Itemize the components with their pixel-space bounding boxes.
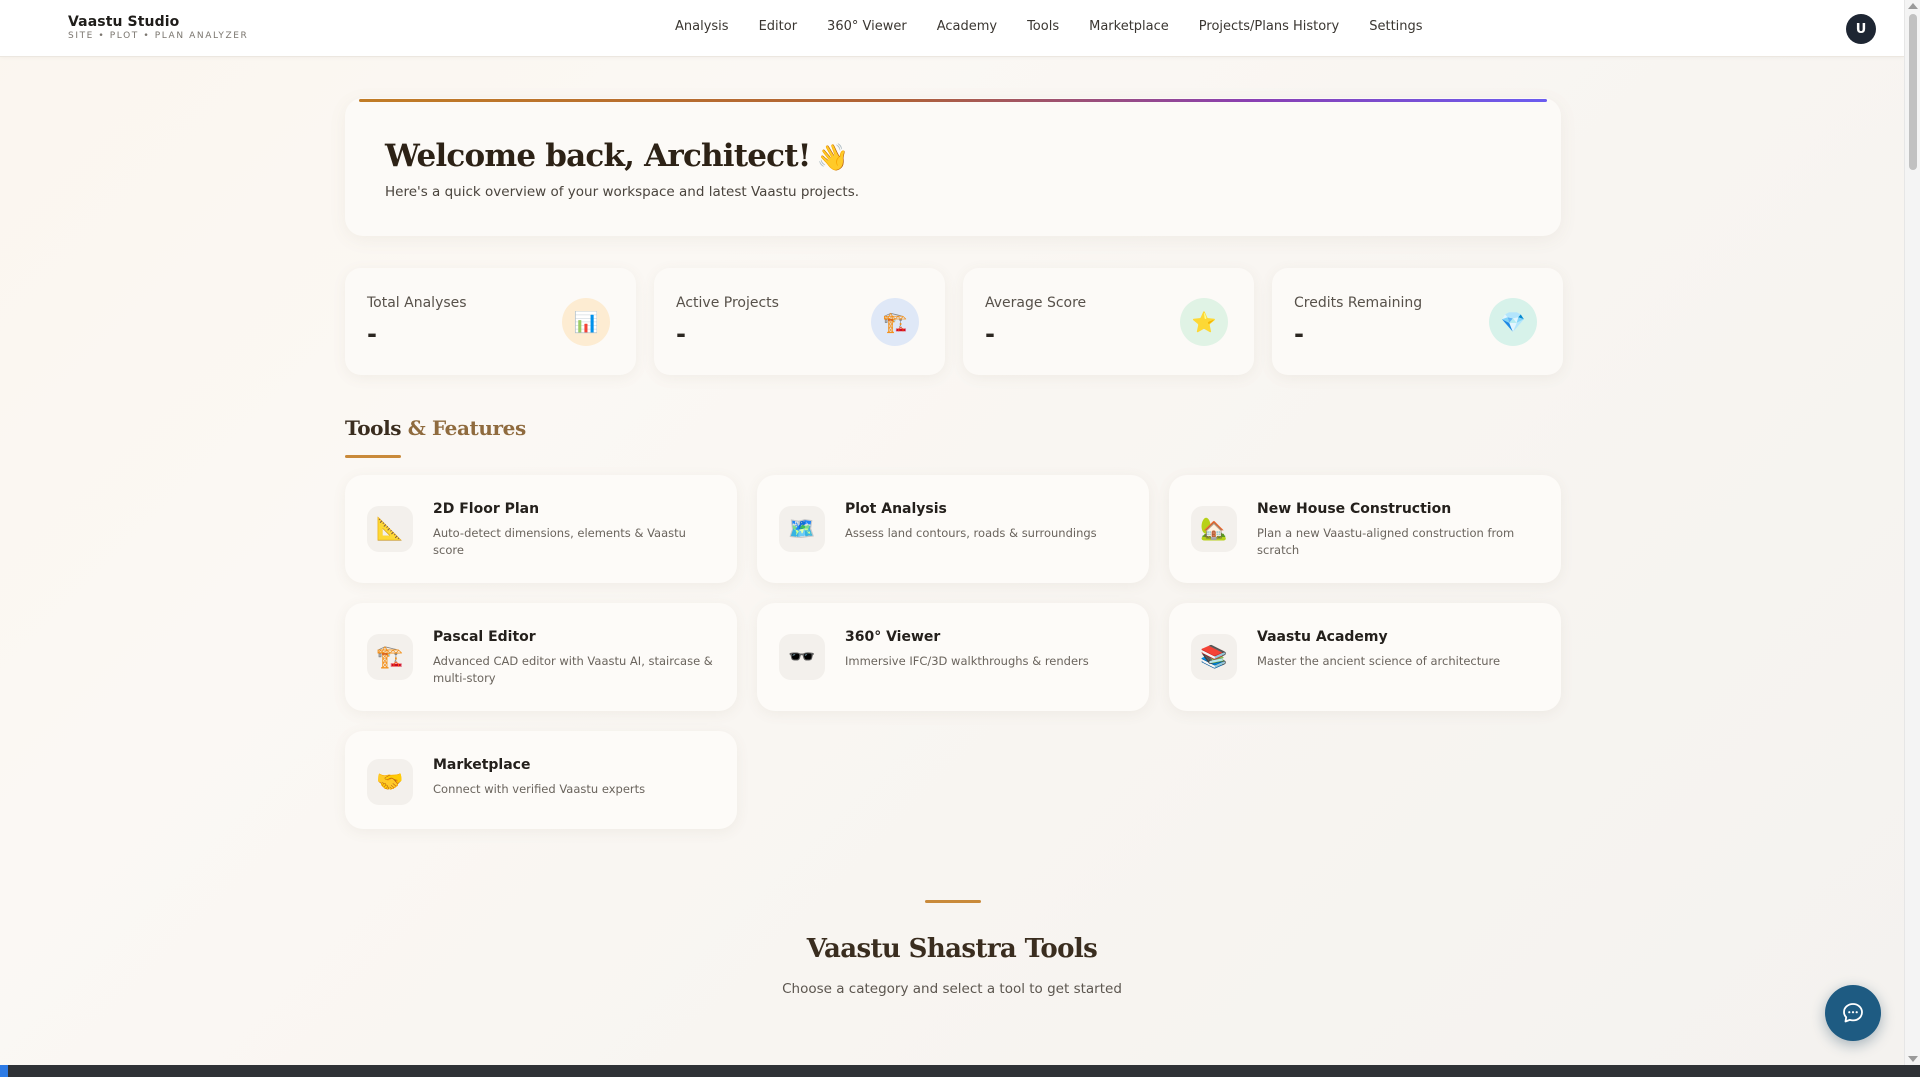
books-icon: 📚 bbox=[1191, 634, 1237, 680]
scroll-down-arrow-icon[interactable] bbox=[1908, 1056, 1918, 1062]
welcome-subtitle: Here's a quick overview of your workspac… bbox=[385, 184, 860, 200]
user-avatar[interactable]: U bbox=[1846, 14, 1876, 44]
nav-item-projects-history[interactable]: Projects/Plans History bbox=[1199, 19, 1339, 34]
waving-hand-icon: 👋 bbox=[816, 143, 849, 173]
welcome-accent-bar bbox=[359, 99, 1547, 102]
nav-item-360-viewer[interactable]: 360° Viewer bbox=[827, 19, 907, 34]
tool-card-2d-floor-plan[interactable]: 📐 2D Floor Plan Auto-detect dimensions, … bbox=[345, 475, 737, 583]
tool-description: Assess land contours, roads & surroundin… bbox=[845, 526, 1097, 540]
construction-icon: 🏗️ bbox=[367, 634, 413, 680]
tool-description: Master the ancient science of architectu… bbox=[1257, 654, 1501, 668]
scrollbar-thumb[interactable] bbox=[1909, 14, 1917, 170]
diamond-icon: 💎 bbox=[1489, 298, 1537, 346]
bar-chart-icon: 📊 bbox=[562, 298, 610, 346]
brand-title: Vaastu Studio bbox=[68, 14, 180, 30]
brand-subtitle: SITE • PLOT • PLAN ANALYZER bbox=[68, 31, 249, 41]
nav-item-tools[interactable]: Tools bbox=[1027, 19, 1059, 34]
section-divider bbox=[925, 900, 981, 903]
brand[interactable]: Vaastu Studio SITE • PLOT • PLAN ANALYZE… bbox=[68, 14, 248, 41]
stat-value: - bbox=[1294, 320, 1304, 348]
stat-value: - bbox=[367, 320, 377, 348]
tool-description: Auto-detect dimensions, elements & Vaast… bbox=[433, 526, 686, 557]
stat-value: - bbox=[985, 320, 995, 348]
stat-label: Credits Remaining bbox=[1294, 295, 1423, 311]
chat-button[interactable] bbox=[1825, 985, 1881, 1041]
chat-bubble-icon bbox=[1843, 1003, 1863, 1023]
stat-card-total-analyses: Total Analyses - 📊 bbox=[345, 268, 636, 375]
main-nav: Analysis Editor 360° Viewer Academy Tool… bbox=[675, 19, 1453, 34]
tool-description: Plan a new Vaastu-aligned construction f… bbox=[1257, 526, 1515, 557]
shastra-tools-title: Vaastu Shastra Tools bbox=[806, 934, 1098, 964]
tool-card-vaastu-academy[interactable]: 📚 Vaastu Academy Master the ancient scie… bbox=[1169, 603, 1561, 711]
triangle-ruler-icon: 📐 bbox=[367, 506, 413, 552]
stat-card-active-projects: Active Projects - 🏗️ bbox=[654, 268, 945, 375]
star-icon: ⭐ bbox=[1180, 298, 1228, 346]
shastra-tools-subtitle: Choose a category and select a tool to g… bbox=[782, 981, 1122, 997]
tool-title: 2D Floor Plan bbox=[433, 501, 540, 517]
house-icon: 🏡 bbox=[1191, 506, 1237, 552]
tool-description: Immersive IFC/3D walkthroughs & renders bbox=[845, 654, 1089, 668]
nav-item-settings[interactable]: Settings bbox=[1369, 19, 1422, 34]
welcome-title-text: Welcome back, Architect! bbox=[385, 138, 811, 174]
section-title-part: Features bbox=[425, 416, 526, 440]
section-underline bbox=[345, 455, 401, 458]
stat-card-credits-remaining: Credits Remaining - 💎 bbox=[1272, 268, 1563, 375]
stat-label: Total Analyses bbox=[367, 295, 467, 311]
tool-title: New House Construction bbox=[1257, 501, 1452, 517]
nav-item-marketplace[interactable]: Marketplace bbox=[1089, 19, 1169, 34]
section-title-amp: & bbox=[407, 416, 426, 440]
tool-card-marketplace[interactable]: 🤝 Marketplace Connect with verified Vaas… bbox=[345, 731, 737, 829]
construction-icon: 🏗️ bbox=[871, 298, 919, 346]
page-scrollbar[interactable] bbox=[1904, 0, 1920, 1065]
stat-value: - bbox=[676, 320, 686, 348]
tool-description: Advanced CAD editor with Vaastu AI, stai… bbox=[433, 654, 713, 685]
tool-title: 360° Viewer bbox=[845, 629, 941, 645]
vr-glasses-icon: 🕶️ bbox=[779, 634, 825, 680]
tool-card-new-house-construction[interactable]: 🏡 New House Construction Plan a new Vaas… bbox=[1169, 475, 1561, 583]
status-indicator bbox=[0, 1065, 8, 1077]
tool-title: Pascal Editor bbox=[433, 629, 536, 645]
tool-title: Vaastu Academy bbox=[1257, 629, 1388, 645]
map-icon: 🗺️ bbox=[779, 506, 825, 552]
welcome-card: Welcome back, Architect! 👋 Here's a quick… bbox=[345, 98, 1561, 236]
tool-card-plot-analysis[interactable]: 🗺️ Plot Analysis Assess land contours, r… bbox=[757, 475, 1149, 583]
bottom-status-strip bbox=[0, 1065, 1920, 1077]
welcome-heading: Welcome back, Architect! 👋 bbox=[385, 138, 849, 174]
nav-item-analysis[interactable]: Analysis bbox=[675, 19, 729, 34]
tool-card-360-viewer[interactable]: 🕶️ 360° Viewer Immersive IFC/3D walkthro… bbox=[757, 603, 1149, 711]
tool-card-pascal-editor[interactable]: 🏗️ Pascal Editor Advanced CAD editor wit… bbox=[345, 603, 737, 711]
stat-label: Active Projects bbox=[676, 295, 779, 311]
scroll-up-arrow-icon[interactable] bbox=[1908, 3, 1918, 9]
nav-item-editor[interactable]: Editor bbox=[759, 19, 797, 34]
top-navigation-bar: Vaastu Studio SITE • PLOT • PLAN ANALYZE… bbox=[0, 0, 1904, 57]
nav-item-academy[interactable]: Academy bbox=[937, 19, 997, 34]
tool-description: Connect with verified Vaastu experts bbox=[433, 782, 646, 796]
section-title-part: Tools bbox=[345, 416, 408, 440]
tool-title: Marketplace bbox=[433, 757, 531, 773]
stat-label: Average Score bbox=[985, 295, 1087, 311]
section-title-tools-features: Tools & Features bbox=[345, 416, 526, 440]
stat-card-average-score: Average Score - ⭐ bbox=[963, 268, 1254, 375]
tool-title: Plot Analysis bbox=[845, 501, 947, 517]
handshake-icon: 🤝 bbox=[367, 759, 413, 805]
